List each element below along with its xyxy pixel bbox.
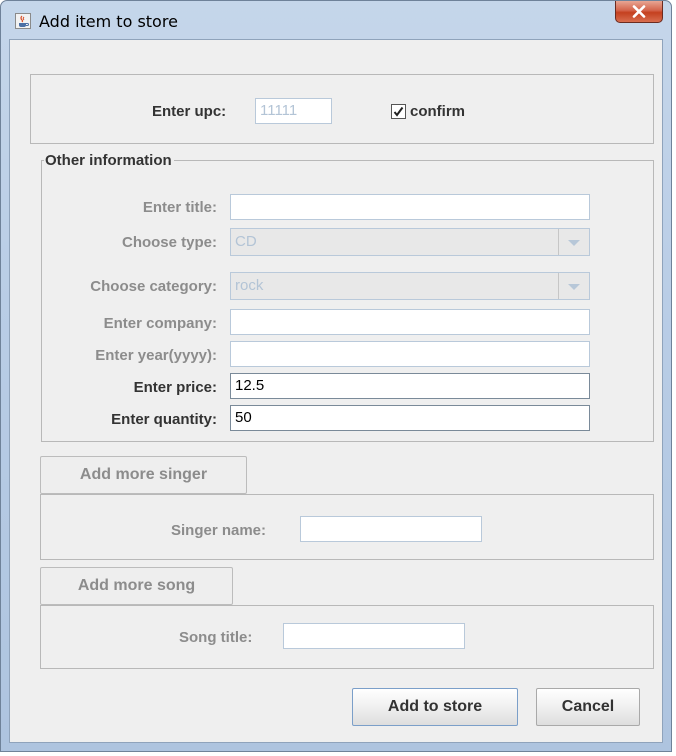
upc-panel	[30, 74, 654, 144]
title-input[interactable]	[230, 194, 590, 220]
category-dropdown-button[interactable]	[559, 273, 589, 299]
dialog-window: Add item to store Enter upc: 11111 confi…	[0, 0, 672, 752]
cancel-button[interactable]: Cancel	[536, 688, 640, 726]
category-label: Choose category:	[90, 278, 217, 295]
title-label: Enter title:	[142, 199, 217, 216]
dialog-content: Enter upc: 11111 confirm Other informati…	[9, 39, 663, 743]
company-label: Enter company:	[103, 315, 217, 332]
singer-name-input[interactable]	[300, 516, 482, 542]
window-title: Add item to store	[39, 12, 178, 31]
add-more-song-button[interactable]: Add more song	[40, 567, 233, 605]
type-combobox[interactable]: CD	[230, 228, 590, 256]
singer-name-label: Singer name:	[171, 522, 267, 539]
quantity-label: Enter quantity:	[111, 411, 217, 428]
type-dropdown-button[interactable]	[559, 229, 589, 255]
company-input[interactable]	[230, 309, 590, 335]
confirm-label[interactable]: confirm	[410, 103, 465, 120]
close-button[interactable]	[615, 1, 663, 23]
song-title-input[interactable]	[283, 623, 465, 649]
quantity-input[interactable]: 50	[230, 405, 590, 431]
upc-label: Enter upc:	[152, 103, 227, 120]
price-label: Enter price:	[133, 379, 217, 396]
category-combobox[interactable]: rock	[230, 272, 590, 300]
type-label: Choose type:	[121, 234, 217, 251]
title-bar[interactable]: Add item to store	[1, 1, 671, 39]
year-label: Enter year(yyyy):	[95, 347, 217, 364]
confirm-checkbox[interactable]	[391, 104, 406, 119]
add-to-store-button[interactable]: Add to store	[352, 688, 518, 726]
category-selected-value: rock	[231, 273, 559, 299]
upc-input[interactable]: 11111	[255, 98, 332, 124]
year-input[interactable]	[230, 341, 590, 367]
java-coffee-icon	[15, 13, 31, 29]
song-title-label: Song title:	[179, 629, 253, 646]
price-input[interactable]: 12.5	[230, 373, 590, 399]
other-information-legend: Other information	[44, 152, 174, 169]
add-more-singer-button[interactable]: Add more singer	[40, 456, 247, 494]
type-selected-value: CD	[231, 229, 559, 255]
